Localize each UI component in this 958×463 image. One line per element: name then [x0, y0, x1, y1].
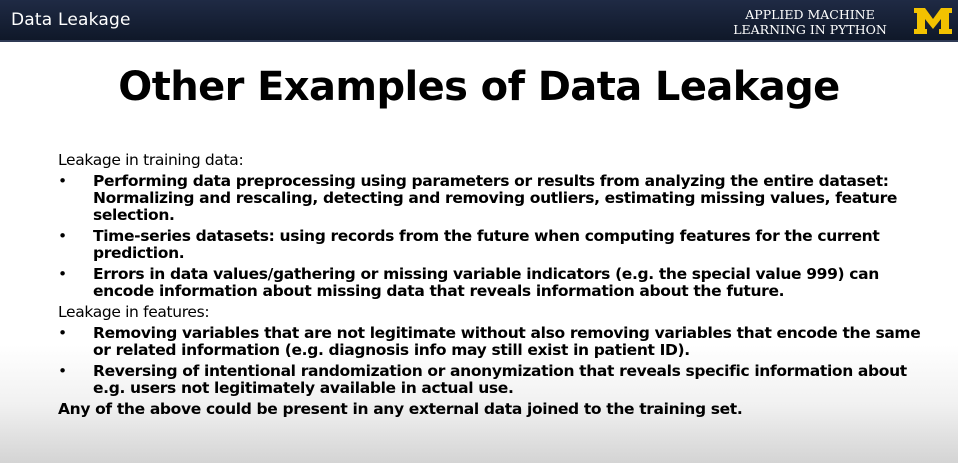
bullet-item: • Errors in data values/gathering or mis… — [58, 266, 928, 300]
section-heading-features: Leakage in features: — [58, 303, 210, 321]
slide-content: Leakage in training data: • Performing d… — [58, 152, 928, 418]
bullet-glyph: • — [58, 227, 67, 245]
bullet-item: • Performing data preprocessing using pa… — [58, 173, 928, 224]
bullet-glyph: • — [58, 324, 67, 342]
bullet-item: • Removing variables that are not legiti… — [58, 325, 928, 359]
section-heading-training: Leakage in training data: — [58, 151, 244, 169]
bullet-text: Reversing of intentional randomization o… — [93, 362, 907, 397]
university-logo — [914, 8, 952, 34]
bullet-item: • Reversing of intentional randomization… — [58, 363, 928, 397]
bullet-glyph: • — [58, 265, 67, 283]
bullet-item: • Time-series datasets: using records fr… — [58, 228, 928, 262]
bullet-text: Time-series datasets: using records from… — [93, 227, 880, 262]
brand-line-1: APPLIED MACHINE — [745, 7, 875, 22]
bullet-text: Errors in data values/gathering or missi… — [93, 265, 879, 300]
bullet-glyph: • — [58, 362, 67, 380]
top-bar: Data Leakage APPLIED MACHINE LEARNING IN… — [0, 0, 958, 42]
closing-statement: Any of the above could be present in any… — [58, 400, 743, 418]
bullet-text: Performing data preprocessing using para… — [93, 172, 898, 224]
course-brand: APPLIED MACHINE LEARNING IN PYTHON — [724, 7, 896, 37]
section-title: Data Leakage — [11, 10, 131, 30]
bullet-glyph: • — [58, 172, 67, 190]
bullet-text: Removing variables that are not legitima… — [93, 324, 921, 359]
slide-title: Other Examples of Data Leakage — [118, 64, 840, 110]
slide-body: Other Examples of Data Leakage Leakage i… — [0, 42, 958, 463]
brand-line-2: LEARNING IN PYTHON — [733, 22, 887, 37]
